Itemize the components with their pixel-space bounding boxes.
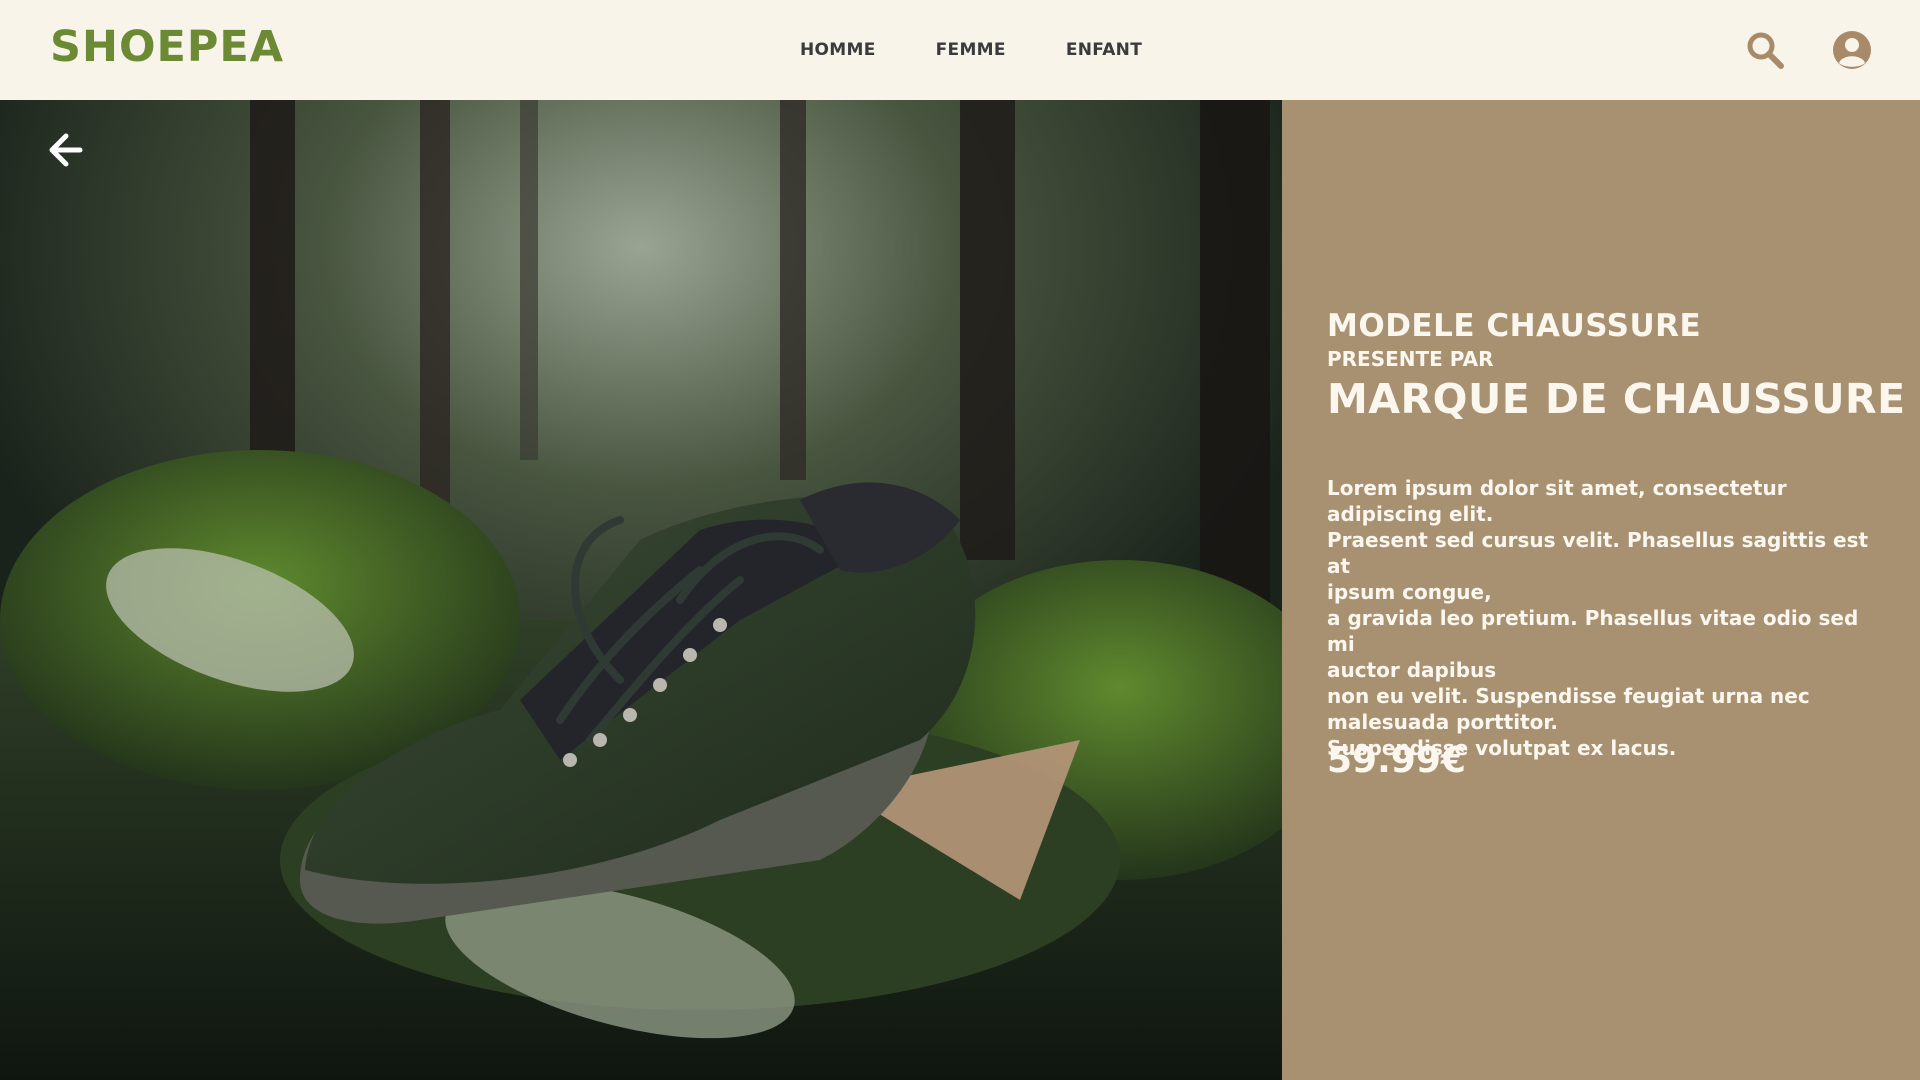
nav-item-femme[interactable]: FEMME (936, 40, 1006, 60)
description-line: a gravida leo pretium. Phasellus vitae o… (1327, 606, 1859, 656)
description-line: ipsum congue, (1327, 580, 1492, 604)
description-line: malesuada porttitor. (1327, 710, 1558, 734)
user-circle-icon[interactable] (1832, 30, 1872, 70)
description-line: non eu velit. Suspendisse feugiat urna n… (1327, 684, 1810, 708)
nav-item-homme[interactable]: HOMME (800, 40, 876, 60)
nav-item-enfant[interactable]: ENFANT (1066, 40, 1142, 60)
description-line: Praesent sed cursus velit. Phasellus sag… (1327, 528, 1869, 578)
back-arrow-icon[interactable] (46, 130, 86, 170)
description-line: Lorem ipsum dolor sit amet, consectetur (1327, 476, 1787, 500)
description-line: auctor dapibus (1327, 658, 1497, 682)
site-logo[interactable]: SHOEPEA (50, 22, 284, 72)
hero-image (0, 100, 1282, 1080)
site-header: SHOEPEA HOMME FEMME ENFANT (0, 0, 1920, 100)
search-icon[interactable] (1745, 30, 1785, 70)
product-model: MODELE CHAUSSURE (1327, 308, 1702, 344)
product-panel: MODELE CHAUSSURE PRESENTE PAR MARQUE DE … (1282, 100, 1920, 1080)
description-line: adipiscing elit. (1327, 502, 1494, 526)
product-price: 59.99€ (1327, 740, 1466, 781)
product-brand: MARQUE DE CHAUSSURE (1327, 375, 1906, 423)
presented-by-label: PRESENTE PAR (1327, 347, 1494, 371)
shoe-in-forest-photo (0, 100, 1282, 1080)
product-description: Lorem ipsum dolor sit amet, consectetur … (1327, 475, 1887, 761)
main-nav: HOMME FEMME ENFANT (800, 40, 1202, 60)
